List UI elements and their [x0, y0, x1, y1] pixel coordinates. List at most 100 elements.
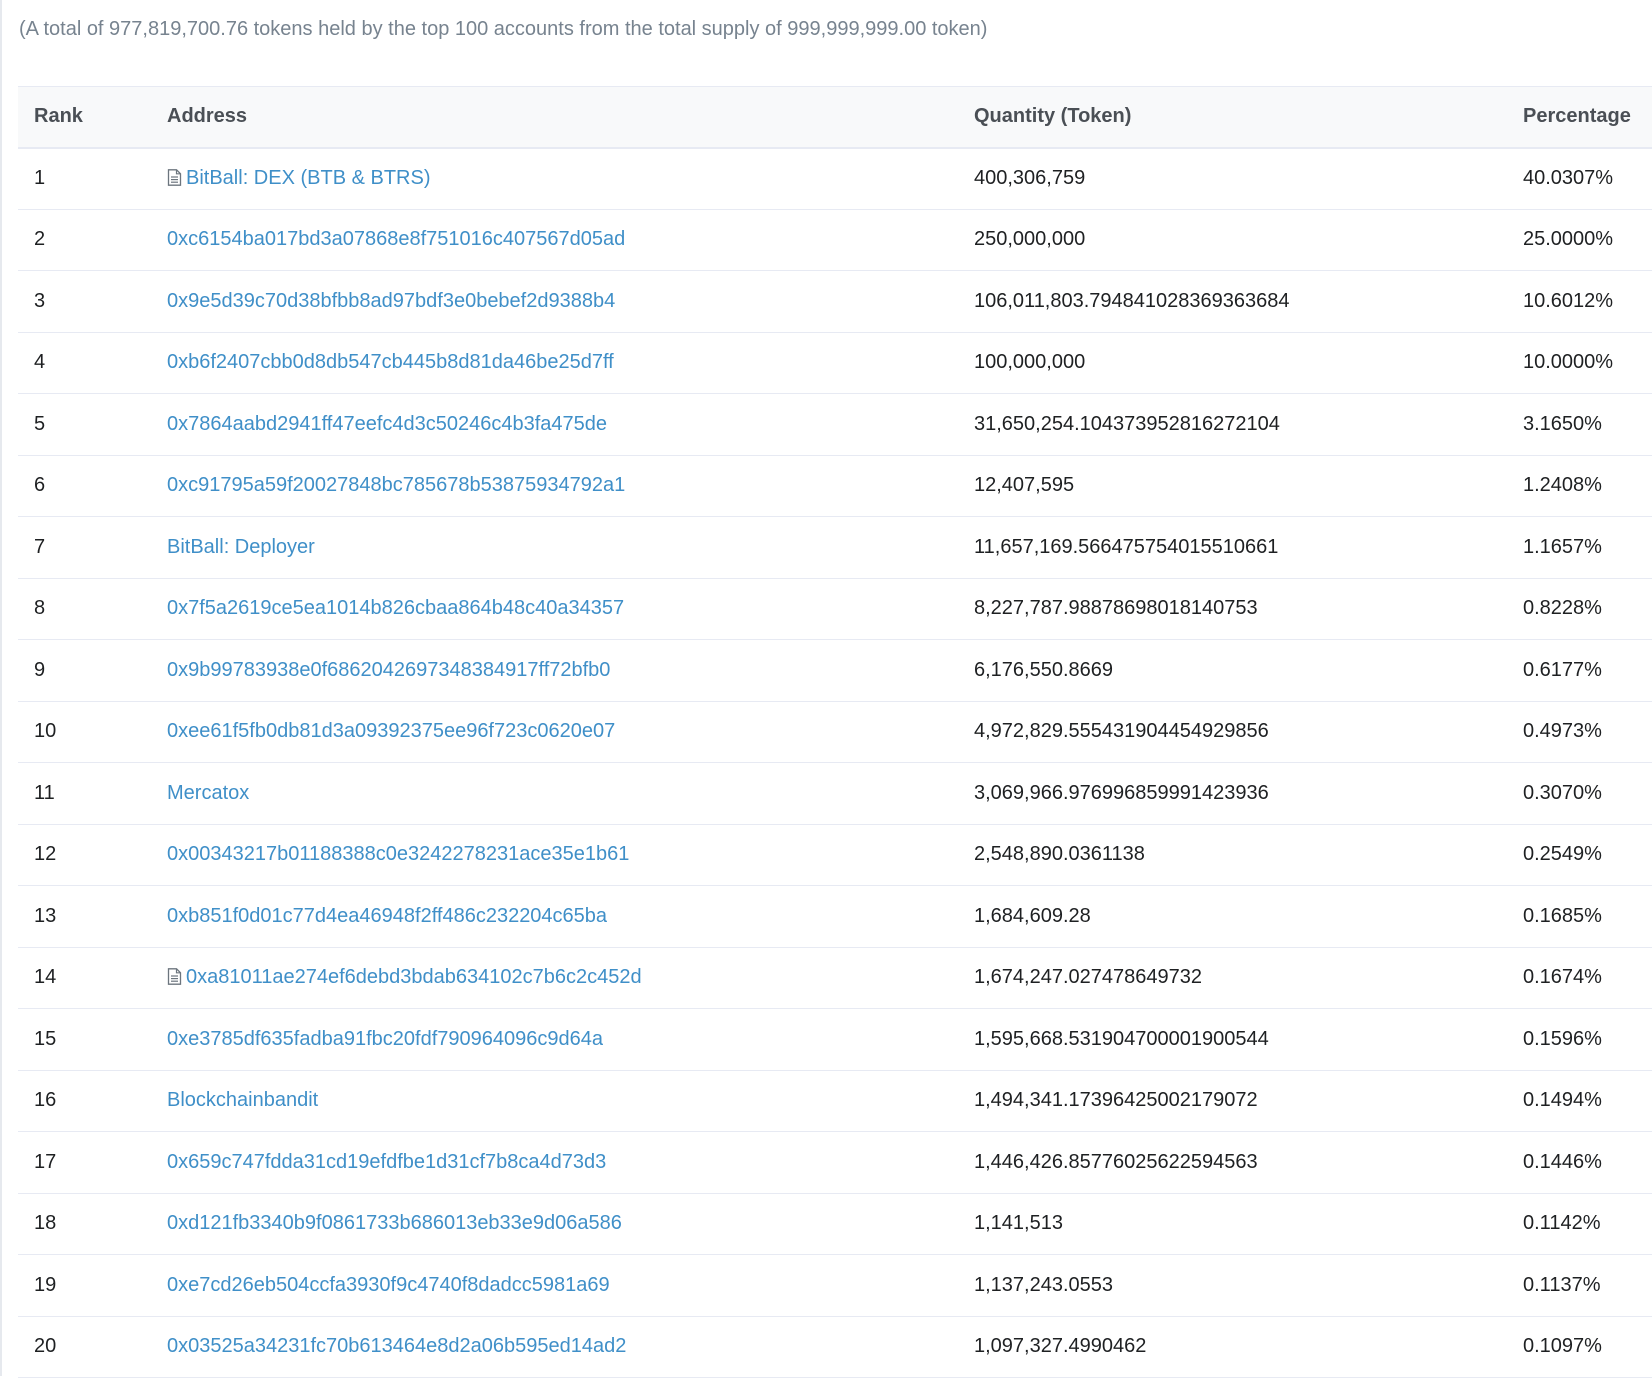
page-left-border [0, 0, 2, 1376]
percentage-cell: 0.1446% [1523, 1131, 1652, 1194]
holder-address-link[interactable]: 0x00343217b01188388c0e3242278231ace35e1b… [167, 843, 629, 865]
table-row: 7 BitBall: Deployer 11,657,169.56647575401… [18, 516, 1652, 579]
quantity-cell: 12,407,595 [974, 455, 1523, 517]
address-cell: 0x9b99783938e0f6862042697348384917ff72bf… [167, 639, 974, 702]
rank-cell: 16 [18, 1070, 167, 1132]
address-cell: Mercatox [167, 762, 974, 825]
percentage-cell: 40.0307% [1523, 147, 1652, 210]
table-row: 10 0xee61f5fb0db81d3a09392375ee96f723c062… [18, 701, 1652, 763]
holder-address-link[interactable]: 0x9b99783938e0f6862042697348384917ff72bf… [167, 659, 610, 681]
holder-address-link[interactable]: 0x7864aabd2941ff47eefc4d3c50246c4b3fa475… [167, 413, 607, 435]
quantity-cell: 106,011,803.794841028369363684 [974, 270, 1523, 333]
rank-cell: 9 [18, 639, 167, 702]
percentage-cell: 0.1137% [1523, 1254, 1652, 1317]
file-document-icon [167, 968, 182, 986]
table-row: 1 BitBall: DEX (BTB & BTRS) 400,306,759 40.… [18, 147, 1652, 210]
percentage-cell: 1.1657% [1523, 516, 1652, 579]
rank-cell: 3 [18, 270, 167, 333]
quantity-cell: 1,674,247.027478649732 [974, 947, 1523, 1009]
percentage-cell: 25.0000% [1523, 209, 1652, 271]
quantity-cell: 1,494,341.17396425002179072 [974, 1070, 1523, 1132]
percentage-cell: 0.1494% [1523, 1070, 1652, 1132]
address-cell: 0xc91795a59f20027848bc785678b53875934792… [167, 455, 974, 517]
address-cell: 0x9e5d39c70d38bfbb8ad97bdf3e0bebef2d9388… [167, 270, 974, 333]
address-cell: 0xb851f0d01c77d4ea46948f2ff486c232204c65… [167, 885, 974, 948]
rank-cell: 6 [18, 455, 167, 517]
holder-address-link[interactable]: BitBall: DEX (BTB & BTRS) [186, 167, 431, 189]
rank-cell: 11 [18, 762, 167, 825]
rank-cell: 12 [18, 824, 167, 886]
percentage-cell: 3.1650% [1523, 393, 1652, 456]
holder-address-link[interactable]: 0x659c747fdda31cd19efdfbe1d31cf7b8ca4d73… [167, 1151, 606, 1173]
table-row: 14 0xa81011ae274ef6debd3bdab634102c7b6c2c… [18, 947, 1652, 1009]
holder-address-link[interactable]: 0xd121fb3340b9f0861733b686013eb33e9d06a5… [167, 1212, 622, 1234]
holder-address-link[interactable]: 0xb851f0d01c77d4ea46948f2ff486c232204c65… [167, 905, 607, 927]
address-cell: 0xe3785df635fadba91fbc20fdf790964096c9d6… [167, 1008, 974, 1071]
table-body: 1 BitBall: DEX (BTB & BTRS) 400,306,759 40.… [18, 147, 1652, 1378]
address-cell: 0xee61f5fb0db81d3a09392375ee96f723c0620e… [167, 701, 974, 763]
table-header: Rank Address Quantity (Token) Percentage [18, 86, 1652, 149]
table-row: 16 Blockchainbandit 1,494,341.173964250021… [18, 1070, 1652, 1132]
table-row: 19 0xe7cd26eb504ccfa3930f9c4740f8dadcc598… [18, 1254, 1652, 1317]
quantity-cell: 4,972,829.555431904454929856 [974, 701, 1523, 763]
rank-cell: 13 [18, 885, 167, 948]
rank-cell: 2 [18, 209, 167, 271]
holder-address-link[interactable]: 0xb6f2407cbb0d8db547cb445b8d81da46be25d7… [167, 351, 614, 373]
quantity-cell: 1,595,668.531904700001900544 [974, 1008, 1523, 1071]
holder-address-link[interactable]: 0xa81011ae274ef6debd3bdab634102c7b6c2c45… [186, 966, 642, 988]
holder-address-link[interactable]: 0xc91795a59f20027848bc785678b53875934792… [167, 474, 625, 496]
table-row: 13 0xb851f0d01c77d4ea46948f2ff486c232204c… [18, 885, 1652, 948]
address-cell: 0xb6f2407cbb0d8db547cb445b8d81da46be25d7… [167, 332, 974, 394]
address-cell: 0x7864aabd2941ff47eefc4d3c50246c4b3fa475… [167, 393, 974, 456]
holder-address-link[interactable]: BitBall: Deployer [167, 536, 315, 558]
table-row: 2 0xc6154ba017bd3a07868e8f751016c407567d0… [18, 209, 1652, 271]
column-header-percentage: Percentage [1523, 86, 1652, 149]
table-row: 4 0xb6f2407cbb0d8db547cb445b8d81da46be25d… [18, 332, 1652, 394]
rank-cell: 5 [18, 393, 167, 456]
token-holders-summary: (A total of 977,819,700.76 tokens held b… [19, 18, 988, 40]
rank-cell: 15 [18, 1008, 167, 1071]
address-cell: 0x00343217b01188388c0e3242278231ace35e1b… [167, 824, 974, 886]
holder-address-link[interactable]: Mercatox [167, 782, 249, 804]
table-row: 3 0x9e5d39c70d38bfbb8ad97bdf3e0bebef2d938… [18, 270, 1652, 333]
percentage-cell: 0.1142% [1523, 1193, 1652, 1255]
table-row: 15 0xe3785df635fadba91fbc20fdf790964096c9… [18, 1008, 1652, 1071]
quantity-cell: 3,069,966.976996859991423936 [974, 762, 1523, 825]
address-cell: 0x659c747fdda31cd19efdfbe1d31cf7b8ca4d73… [167, 1131, 974, 1194]
quantity-cell: 250,000,000 [974, 209, 1523, 271]
holder-address-link[interactable]: Blockchainbandit [167, 1089, 318, 1111]
table-row: 6 0xc91795a59f20027848bc785678b5387593479… [18, 455, 1652, 517]
rank-cell: 4 [18, 332, 167, 394]
address-cell: BitBall: DEX (BTB & BTRS) [167, 147, 974, 210]
rank-cell: 17 [18, 1131, 167, 1194]
quantity-cell: 8,227,787.98878698018140753 [974, 578, 1523, 640]
quantity-cell: 11,657,169.566475754015510661 [974, 516, 1523, 579]
holder-address-link[interactable]: 0x03525a34231fc70b613464e8d2a06b595ed14a… [167, 1335, 626, 1357]
address-cell: 0xd121fb3340b9f0861733b686013eb33e9d06a5… [167, 1193, 974, 1255]
percentage-cell: 10.6012% [1523, 270, 1652, 333]
quantity-cell: 400,306,759 [974, 147, 1523, 210]
quantity-cell: 1,137,243.0553 [974, 1254, 1523, 1317]
table-row: 12 0x00343217b01188388c0e3242278231ace35e… [18, 824, 1652, 886]
table-row: 5 0x7864aabd2941ff47eefc4d3c50246c4b3fa47… [18, 393, 1652, 456]
table-row: 8 0x7f5a2619ce5ea1014b826cbaa864b48c40a34… [18, 578, 1652, 640]
percentage-cell: 0.1685% [1523, 885, 1652, 948]
quantity-cell: 1,097,327.4990462 [974, 1316, 1523, 1378]
percentage-cell: 0.1674% [1523, 947, 1652, 1009]
quantity-cell: 31,650,254.104373952816272104 [974, 393, 1523, 456]
address-cell: BitBall: Deployer [167, 516, 974, 579]
address-cell: 0x7f5a2619ce5ea1014b826cbaa864b48c40a343… [167, 578, 974, 640]
holder-address-link[interactable]: 0x7f5a2619ce5ea1014b826cbaa864b48c40a343… [167, 597, 624, 619]
quantity-cell: 1,684,609.28 [974, 885, 1523, 948]
file-document-icon [167, 169, 182, 186]
holder-address-link[interactable]: 0xc6154ba017bd3a07868e8f751016c407567d05… [167, 228, 625, 250]
holder-address-link[interactable]: 0xe7cd26eb504ccfa3930f9c4740f8dadcc5981a… [167, 1274, 610, 1296]
percentage-cell: 10.0000% [1523, 332, 1652, 394]
holder-address-link[interactable]: 0xe3785df635fadba91fbc20fdf790964096c9d6… [167, 1028, 603, 1050]
quantity-cell: 100,000,000 [974, 332, 1523, 394]
holder-address-link[interactable]: 0xee61f5fb0db81d3a09392375ee96f723c0620e… [167, 720, 615, 742]
quantity-cell: 2,548,890.0361138 [974, 824, 1523, 886]
holder-address-link[interactable]: 0x9e5d39c70d38bfbb8ad97bdf3e0bebef2d9388… [167, 290, 615, 312]
percentage-cell: 0.8228% [1523, 578, 1652, 640]
token-holders-table: Rank Address Quantity (Token) Percentage… [18, 86, 1652, 1378]
